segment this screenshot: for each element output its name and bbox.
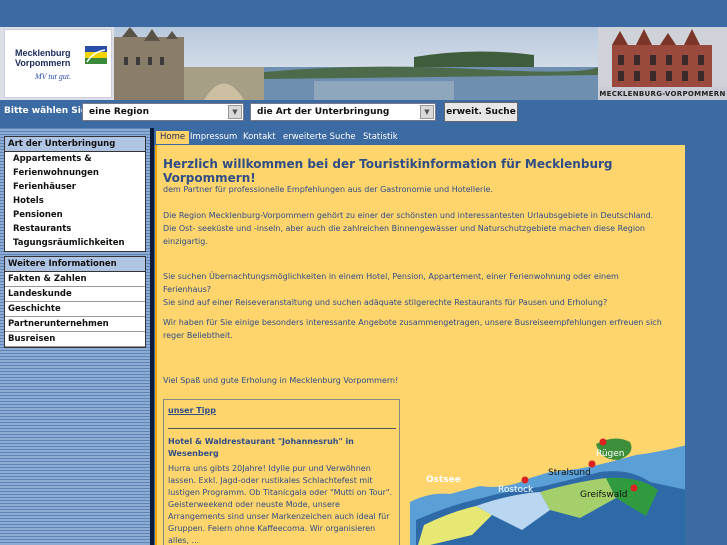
sidebar-item-ferienhaeuser[interactable]: Ferienhäuser <box>5 180 145 194</box>
banner-title: MECKLENBURG-VORPOMMERN <box>599 90 726 98</box>
sidebar-item-pensionen[interactable]: Pensionen <box>5 208 145 222</box>
region-text: Die Region Mecklenburg-Vorpommern gehört… <box>163 209 693 248</box>
menu-heading: Weitere Informationen <box>5 257 145 272</box>
sidebar-item-restaurants[interactable]: Restaurants <box>5 222 145 236</box>
nav-home-link[interactable]: Home <box>156 131 190 144</box>
recommendation-text-line: Wir haben für Sie einige besonders inter… <box>163 318 662 327</box>
extended-search-button[interactable]: erweit. Suche <box>444 102 518 122</box>
offer-text: Sie suchen Übernachtungsmöglichkeiten in… <box>163 270 693 309</box>
sidebar-item-tagungsraeume[interactable]: Tagungsräumlichkeiten <box>5 236 145 250</box>
main-content: Herzlich willkommen bei der Touristikinf… <box>155 145 687 545</box>
map-label-ostsee: Ostsee <box>426 475 461 485</box>
map-label-greifswald: Greifswald <box>580 490 627 500</box>
accommodation-type-select[interactable]: die Art der Unterbringung ▼ <box>250 103 436 121</box>
logo-slogan: MV tut gut. <box>35 72 72 81</box>
site-logo[interactable]: Mecklenburg Vorpommern MV tut gut. <box>4 29 112 98</box>
logo-line1: Mecklenburg <box>15 48 71 58</box>
more-info-menu: Weitere Informationen Fakten & Zahlen La… <box>4 256 146 348</box>
recommendation-text: Wir haben für Sie einige besonders inter… <box>163 316 693 342</box>
search-label: Bitte wählen Sie <box>4 106 87 116</box>
page-title: Herzlich willkommen bei der Touristikinf… <box>163 157 613 185</box>
map-pin-stralsund[interactable] <box>588 460 596 468</box>
sidebar-item-busreisen[interactable]: Busreisen <box>5 332 145 347</box>
tip-link[interactable]: unser Tipp <box>168 406 216 415</box>
header-banner: Mecklenburg Vorpommern MV tut gut. MECKL… <box>0 27 727 100</box>
map-pin-rostock[interactable] <box>521 476 529 484</box>
tip-title: Hotel & Waldrestaurant "Johannesruh" in … <box>168 437 354 458</box>
sidebar-item-hotels[interactable]: Hotels <box>5 194 145 208</box>
sidebar-item-appartements[interactable]: Appartements & <box>5 152 145 166</box>
region-select-value: eine Region <box>89 107 149 117</box>
closing-text: Viel Spaß und gute Erholung in Mecklenbu… <box>163 376 399 385</box>
map-label-ruegen: Rügen <box>596 449 625 459</box>
nav-impressum-link[interactable]: Impressum <box>190 132 237 142</box>
map-pin-greifswald[interactable] <box>630 484 638 492</box>
offer-text-line: Ferienhaus? <box>163 285 212 294</box>
intro-text: dem Partner für professionelle Empfehlun… <box>163 185 494 194</box>
region-map[interactable]: Ostsee Rügen Stralsund Rostock Greifswal… <box>410 390 687 545</box>
logo-line2: Vorpommern <box>15 58 71 68</box>
offer-text-line: Sie suchen Übernachtungsmöglichkeiten in… <box>163 272 619 281</box>
accommodation-type-menu: Art der Unterbringung Appartements & Fer… <box>4 136 146 252</box>
recommendation-text-line: reger Beliebtheit. <box>163 331 233 340</box>
chevron-down-icon[interactable]: ▼ <box>420 105 434 119</box>
sidebar-item-landeskunde[interactable]: Landeskunde <box>5 287 145 302</box>
sidebar-item-geschichte[interactable]: Geschichte <box>5 302 145 317</box>
region-text-line: Die Region Mecklenburg-Vorpommern gehört… <box>163 211 654 220</box>
banner-townhall-photo: MECKLENBURG-VORPOMMERN <box>598 27 727 100</box>
sidebar-item-ferienwohnungen[interactable]: Ferienwohnungen <box>5 166 145 180</box>
nav-extended-search-link[interactable]: erweiterte Suche <box>283 132 356 142</box>
offer-text-line: Sie sind auf einer Reiseveranstaltung un… <box>163 298 608 307</box>
menu-heading: Art der Unterbringung <box>5 137 145 152</box>
townhall-illustration <box>598 27 727 87</box>
banner-photo-collage <box>114 27 598 100</box>
right-strip <box>685 145 727 545</box>
map-label-rostock: Rostock <box>498 485 534 495</box>
map-pin-ruegen[interactable] <box>599 438 607 446</box>
region-text-line: Die Ost- seeküste und -inseln, aber auch… <box>163 224 645 233</box>
nav-statistik-link[interactable]: Statistik <box>363 132 398 142</box>
tip-body: Hurra uns gibts 20Jahre! Idylle pur und … <box>168 464 393 545</box>
state-flag-icon <box>85 46 107 64</box>
region-select[interactable]: eine Region ▼ <box>82 103 244 121</box>
map-label-stralsund: Stralsund <box>548 468 591 478</box>
sidebar-item-fakten[interactable]: Fakten & Zahlen <box>5 272 145 287</box>
tip-divider <box>168 428 396 429</box>
tip-box: unser Tipp Hotel & Waldrestaurant "Johan… <box>163 399 400 545</box>
chevron-down-icon[interactable]: ▼ <box>228 105 242 119</box>
top-nav: Home Impressum Kontakt erweiterte Suche … <box>154 130 727 145</box>
sidebar: Art der Unterbringung Appartements & Fer… <box>0 128 150 545</box>
top-strip <box>0 0 727 27</box>
sidebar-item-partner[interactable]: Partnerunternehmen <box>5 317 145 332</box>
search-bar: Bitte wählen Sie eine Region ▼ die Art d… <box>0 100 727 128</box>
region-text-line: einzigartig. <box>163 237 208 246</box>
accommodation-type-value: die Art der Unterbringung <box>257 107 390 117</box>
nav-kontakt-link[interactable]: Kontakt <box>243 132 276 142</box>
sidebar-divider <box>150 128 154 545</box>
